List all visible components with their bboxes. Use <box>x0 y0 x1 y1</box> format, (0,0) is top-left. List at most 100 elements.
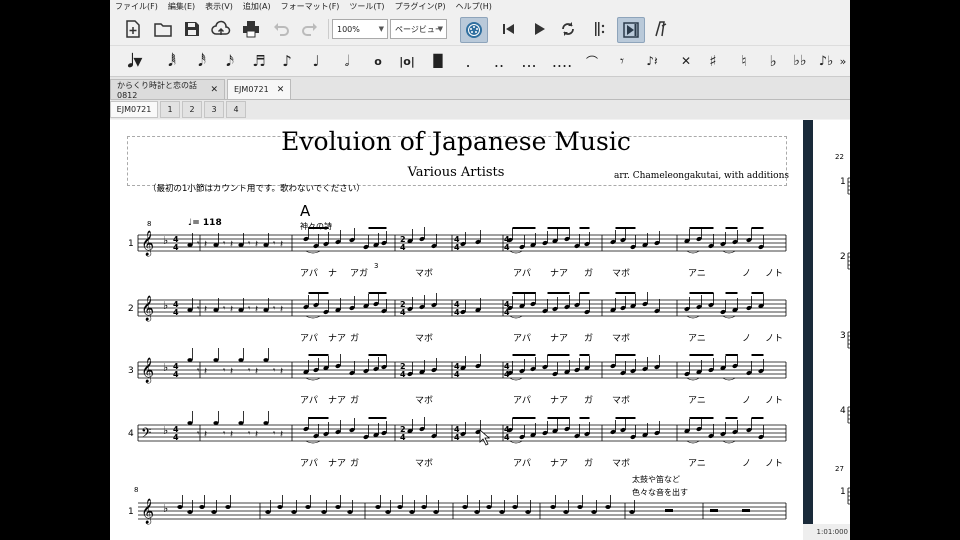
lyric-syllable[interactable]: アガ <box>350 268 368 279</box>
lyric-syllable[interactable]: マボ <box>415 268 433 279</box>
annotation-text[interactable]: 太鼓や笛など <box>632 474 680 484</box>
quarter-note-icon[interactable]: ♩ <box>304 50 328 72</box>
16th-note-icon[interactable]: 𝅘𝅥𝅯 <box>218 50 242 72</box>
menu-help[interactable]: ヘルプ(H) <box>451 1 497 12</box>
part-tab-score[interactable]: EJM0721 <box>110 101 158 118</box>
note-head[interactable] <box>238 308 244 312</box>
note-head[interactable] <box>187 308 193 312</box>
lyric-syllable[interactable]: ガ <box>350 395 359 406</box>
lyric-syllable[interactable]: マボ <box>612 458 630 469</box>
part-tab-3[interactable]: 3 <box>204 101 224 118</box>
lyric-syllable[interactable]: ガ <box>350 458 359 469</box>
note-head[interactable] <box>238 358 244 362</box>
notes[interactable]: 𝄾 𝄽 𝄾 𝄽 𝄾 𝄽 𝄾 𝄽 𝄾 𝄽 𝄾 𝄽 𝄾 𝄽 𝄾 𝄽 𝄾 𝄽 𝄾 𝄽 𝄾 𝄽 𝄾 𝄽 𝄾 𝄽 𝄾 𝄽 𝄾 𝄽 𝄾 𝄽 <box>177 227 764 514</box>
score-page[interactable]: Evoluion of Japanese Music Various Artis… <box>110 120 803 540</box>
playback-panel-icon[interactable] <box>617 17 645 43</box>
natural-icon[interactable]: ♮ <box>732 50 756 72</box>
view-mode-select[interactable]: ページビュー ▼ <box>390 19 447 39</box>
double-dot-icon[interactable]: .. <box>487 50 511 72</box>
zoom-select[interactable]: 100% ▼ <box>332 19 388 39</box>
lyric-syllable[interactable]: アニ <box>688 459 706 469</box>
close-icon[interactable]: ✕ <box>277 85 285 95</box>
note-input-mode-icon[interactable]: 𝅘𝅥▾ <box>120 50 150 72</box>
note-head[interactable] <box>305 505 311 509</box>
menu-plugins[interactable]: プラグイン(P) <box>390 1 451 12</box>
lyric-syllable[interactable]: ノト <box>765 334 783 344</box>
note-head[interactable] <box>277 505 283 509</box>
lyric-syllable[interactable]: アニ <box>688 334 706 344</box>
note-head[interactable] <box>462 505 468 509</box>
voice-icon[interactable]: ♪♭ <box>814 50 838 72</box>
lyric-syllable[interactable]: アパ <box>300 268 318 279</box>
annotation-text[interactable]: 色々な音を出す <box>632 487 688 497</box>
save-icon[interactable] <box>179 17 205 41</box>
lyric-syllable[interactable]: ノ <box>742 334 751 344</box>
rewind-icon[interactable] <box>496 17 522 41</box>
note-head[interactable] <box>321 510 327 514</box>
tie-icon[interactable]: ⌒ <box>580 50 604 72</box>
note-head[interactable] <box>211 510 217 514</box>
note-head[interactable] <box>563 510 569 514</box>
note-head[interactable] <box>605 505 611 509</box>
note-head[interactable] <box>238 243 244 247</box>
lyric-syllable[interactable]: ナ <box>328 268 337 279</box>
part-tab-1[interactable]: 1 <box>160 101 180 118</box>
metronome-icon[interactable] <box>587 17 613 41</box>
note-head[interactable] <box>213 243 219 247</box>
note-head[interactable] <box>591 510 597 514</box>
eighth-note-icon[interactable]: ♪ <box>275 50 299 72</box>
lyric-syllable[interactable]: マボ <box>415 395 433 406</box>
lyric-syllable[interactable]: ナア <box>328 395 346 406</box>
note-head[interactable] <box>629 510 635 514</box>
double-flat-icon[interactable]: ♭♭ <box>788 50 812 72</box>
tuplet-icon[interactable]: ♪𝄽 <box>640 50 664 72</box>
note-head[interactable] <box>512 505 518 509</box>
lyric-syllable[interactable]: ガ <box>584 395 593 406</box>
menu-tools[interactable]: ツール(T) <box>344 1 389 12</box>
note-head[interactable] <box>225 505 231 509</box>
note-head[interactable] <box>486 505 492 509</box>
note-head[interactable] <box>263 421 269 425</box>
toggle-natural-icon[interactable]: ✕ <box>674 50 698 72</box>
menu-view[interactable]: 表示(V) <box>200 1 238 12</box>
note-head[interactable] <box>265 510 271 514</box>
close-icon[interactable]: ✕ <box>210 85 218 95</box>
note-head[interactable] <box>263 358 269 362</box>
lyric-syllable[interactable]: ナア <box>328 333 346 344</box>
lyric-syllable[interactable]: ノト <box>765 269 783 279</box>
rehearsal-mark[interactable]: A <box>300 202 311 220</box>
lyric-syllable[interactable]: ガ <box>350 333 359 344</box>
lyric-syllable[interactable]: ナア <box>550 333 568 344</box>
new-file-icon[interactable] <box>120 17 146 41</box>
lyric-syllable[interactable]: ナア <box>328 458 346 469</box>
note-head[interactable] <box>525 510 531 514</box>
lyric-syllable[interactable]: アパ <box>300 333 318 344</box>
lyric-syllable[interactable]: ノ <box>742 396 751 406</box>
lyric-syllable[interactable]: ガ <box>584 458 593 469</box>
lyric-syllable[interactable]: ナア <box>550 395 568 406</box>
lyric-syllable[interactable]: アパ <box>513 333 531 344</box>
triple-dot-icon[interactable]: ... <box>517 50 541 72</box>
note-head[interactable] <box>263 243 269 247</box>
note-head[interactable] <box>187 243 193 247</box>
part-tab-4[interactable]: 4 <box>226 101 246 118</box>
32nd-note-icon[interactable]: 𝅘𝅥𝅰 <box>190 50 214 72</box>
note-head[interactable] <box>347 510 353 514</box>
note-head[interactable] <box>550 505 556 509</box>
lyric-syllable[interactable]: ガ <box>584 268 593 279</box>
64th-note-icon[interactable]: 𝅘𝅥𝅱 <box>160 50 184 72</box>
note-head[interactable] <box>421 505 427 509</box>
note-head[interactable] <box>499 510 505 514</box>
midi-input-icon[interactable] <box>460 17 488 43</box>
lyric-syllable[interactable]: アパ <box>513 395 531 406</box>
note-head[interactable] <box>187 358 193 362</box>
rest-icon[interactable]: 𝄾 <box>610 50 634 72</box>
lyric-syllable[interactable]: アニ <box>688 269 706 279</box>
menu-edit[interactable]: 編集(E) <box>163 1 200 12</box>
undo-icon[interactable] <box>268 17 294 41</box>
lyric-syllable[interactable]: ノト <box>765 396 783 406</box>
breve-icon[interactable]: |o| <box>395 50 419 72</box>
secondary-score-view[interactable]: 22 1 2 3 4 27 1 <box>813 120 850 524</box>
note-head[interactable] <box>375 505 381 509</box>
lyric-syllable[interactable]: アパ <box>300 395 318 406</box>
